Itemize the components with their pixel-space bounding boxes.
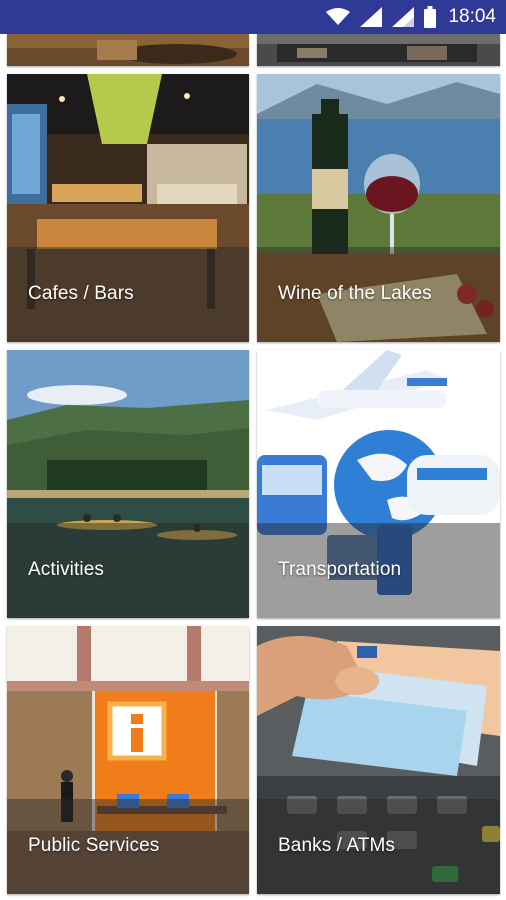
tile-activities[interactable]: Activities <box>7 350 249 618</box>
tile-public-services[interactable]: Public Services <box>7 626 249 894</box>
tile-label: Cafes / Bars <box>28 283 134 304</box>
wifi-icon <box>326 8 351 26</box>
status-bar: 18:04 <box>0 0 506 34</box>
status-time: 18:04 <box>448 6 496 27</box>
tile-wine-of-the-lakes[interactable]: Wine of the Lakes <box>257 74 500 342</box>
tile-label: Transportation <box>278 559 402 580</box>
signal-icon <box>360 7 383 27</box>
tile-label: Banks / ATMs <box>278 835 395 856</box>
tile-banks-atms[interactable]: Banks / ATMs <box>257 626 500 894</box>
tile-cafes-bars[interactable]: Cafes / Bars <box>7 74 249 342</box>
partial-photo <box>7 34 249 66</box>
partial-tile-left[interactable] <box>7 34 249 66</box>
tile-label: Wine of the Lakes <box>278 283 432 304</box>
tile-label: Public Services <box>28 835 160 856</box>
tile-transportation[interactable]: Transportation <box>257 350 500 618</box>
status-icons: 18:04 <box>326 0 496 34</box>
battery-icon <box>424 6 437 28</box>
tile-label: Activities <box>28 559 104 580</box>
partial-tile-right[interactable] <box>257 34 500 66</box>
partial-photo <box>257 34 500 66</box>
signal-icon <box>392 7 415 27</box>
